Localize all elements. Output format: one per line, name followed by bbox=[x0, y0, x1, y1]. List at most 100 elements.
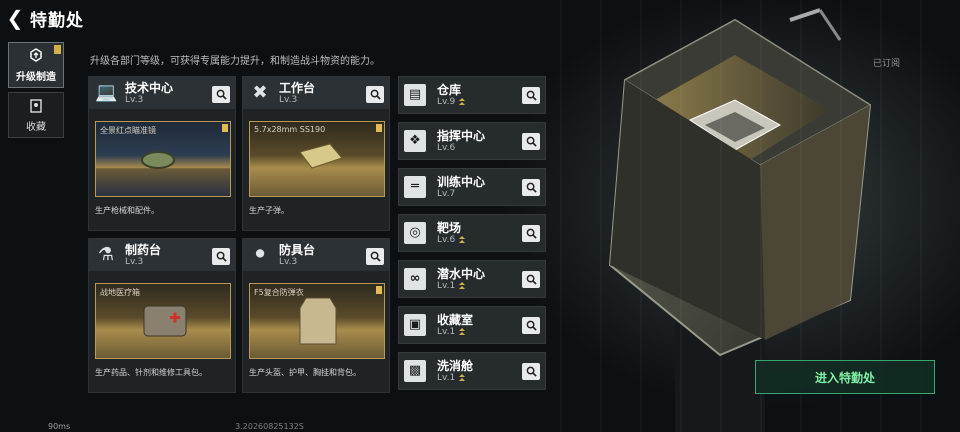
back-arrow-icon: ❮ bbox=[6, 6, 24, 30]
product-name: 全景红点瞄准镜 bbox=[100, 126, 156, 135]
microscope-icon: ⚗ bbox=[97, 244, 115, 265]
back-button[interactable]: ❮ bbox=[0, 0, 30, 36]
card-name: 收藏室 bbox=[437, 312, 474, 327]
goggles-icon: ∞ bbox=[404, 268, 426, 290]
subscribed-label: 已订阅 bbox=[872, 59, 900, 69]
page-subtitle: 升级各部门等级，可获得专属能力提升，和制造战斗物资的能力。 bbox=[90, 56, 380, 67]
upgrade-arrow-icon bbox=[459, 328, 466, 336]
nav-collection[interactable]: 收藏 bbox=[8, 92, 64, 138]
card-level: Lv.7 bbox=[437, 189, 485, 200]
search-button[interactable] bbox=[366, 86, 384, 103]
target-icon: ◎ bbox=[404, 222, 426, 244]
rarity-flag-icon bbox=[222, 124, 228, 132]
card-level: Lv.6 bbox=[437, 235, 466, 246]
search-icon bbox=[526, 320, 537, 331]
tools-icon: ✖ bbox=[252, 82, 268, 103]
display-case-icon: ▣ bbox=[404, 314, 426, 336]
search-button[interactable] bbox=[522, 133, 540, 150]
product-preview[interactable]: 全景红点瞄准镜 bbox=[95, 121, 231, 197]
search-icon bbox=[526, 274, 537, 285]
card-shooting-range[interactable]: ◎ 靶场 Lv.6 bbox=[398, 214, 546, 252]
nav-label: 升级制造 bbox=[16, 71, 56, 83]
search-button[interactable] bbox=[212, 86, 230, 103]
level-text: Lv.1 bbox=[437, 326, 456, 337]
card-level: Lv.1 bbox=[437, 281, 485, 292]
product-name: F5复合防弹衣 bbox=[254, 288, 304, 297]
card-armor-bench[interactable]: ⚫ 防具台 Lv.3 F5复合防弹衣 生产头盔、护甲、胸挂和背包。 bbox=[242, 238, 390, 393]
version-readout: 3.20260825132S bbox=[235, 421, 304, 431]
dumbbell-icon: ═ bbox=[404, 176, 426, 198]
upgrade-arrow-icon bbox=[459, 236, 466, 244]
card-pharmacy[interactable]: ⚗ 制药台 Lv.3 战地医疗箱 生产药品、针剂和维修工具包。 bbox=[88, 238, 236, 393]
card-level: Lv.9 bbox=[437, 97, 466, 108]
card-name: 技术中心 bbox=[125, 80, 174, 95]
card-description: 生产头盔、护甲、胸挂和背包。 bbox=[249, 368, 361, 377]
upgrade-arrow-icon bbox=[459, 282, 466, 290]
card-tech-center[interactable]: 💻 技术中心 Lv.3 全景红点瞄准镜 生产枪械和配件。 bbox=[88, 76, 236, 231]
rarity-flag-icon bbox=[376, 286, 382, 294]
new-flag-icon bbox=[54, 45, 61, 54]
search-icon bbox=[370, 89, 381, 100]
search-button[interactable] bbox=[522, 87, 540, 104]
card-header: ✖ 工作台 Lv.3 bbox=[243, 77, 389, 109]
card-diving-center[interactable]: ∞ 潜水中心 Lv.1 bbox=[398, 260, 546, 298]
enter-button[interactable]: 进入特勤处 bbox=[755, 360, 935, 394]
card-level: Lv.3 bbox=[125, 256, 144, 267]
product-preview[interactable]: F5复合防弹衣 bbox=[249, 283, 385, 359]
decon-icon: ▩ bbox=[404, 360, 426, 382]
upgrade-arrow-icon bbox=[459, 374, 466, 382]
card-name: 洗消舱 bbox=[437, 358, 474, 373]
card-header: ⚗ 制药台 Lv.3 bbox=[89, 239, 235, 271]
card-warehouse[interactable]: ▤ 仓库 Lv.9 bbox=[398, 76, 546, 114]
nav-label: 收藏 bbox=[26, 121, 46, 133]
search-icon bbox=[526, 366, 537, 377]
search-button[interactable] bbox=[366, 248, 384, 265]
search-icon bbox=[216, 251, 227, 262]
search-button[interactable] bbox=[522, 225, 540, 242]
product-preview[interactable]: 5.7x28mm SS190 bbox=[249, 121, 385, 197]
level-text: Lv.1 bbox=[437, 372, 456, 383]
card-name: 潜水中心 bbox=[437, 266, 486, 281]
card-level: Lv.6 bbox=[437, 143, 485, 154]
search-button[interactable] bbox=[522, 179, 540, 196]
card-description: 生产子弹。 bbox=[249, 206, 289, 215]
level-text: Lv.6 bbox=[437, 142, 456, 153]
search-button[interactable] bbox=[522, 363, 540, 380]
warehouse-icon: ▤ bbox=[404, 84, 426, 106]
card-training-center[interactable]: ═ 训练中心 Lv.7 bbox=[398, 168, 546, 206]
search-icon bbox=[370, 251, 381, 262]
product-preview[interactable]: 战地医疗箱 bbox=[95, 283, 231, 359]
card-level: Lv.1 bbox=[437, 327, 473, 338]
card-command-center[interactable]: ❖ 指挥中心 Lv.6 bbox=[398, 122, 546, 160]
search-button[interactable] bbox=[212, 248, 230, 265]
card-level: Lv.3 bbox=[279, 256, 298, 267]
ping-readout: 90ms bbox=[48, 421, 71, 431]
card-name: 制药台 bbox=[125, 242, 162, 257]
search-icon bbox=[216, 89, 227, 100]
card-description: 生产枪械和配件。 bbox=[95, 206, 159, 215]
card-name: 工作台 bbox=[279, 80, 316, 95]
card-name: 训练中心 bbox=[437, 174, 486, 189]
top-bar: ❮ 特勤处 bbox=[0, 0, 960, 36]
side-nav: 升级制造 收藏 bbox=[8, 42, 64, 142]
level-text: Lv.1 bbox=[437, 280, 456, 291]
card-name: 指挥中心 bbox=[437, 128, 486, 143]
card-level: Lv.3 bbox=[279, 94, 298, 105]
card-level: Lv.1 bbox=[437, 373, 473, 384]
card-decontamination[interactable]: ▩ 洗消舱 Lv.1 bbox=[398, 352, 546, 390]
card-workbench[interactable]: ✖ 工作台 Lv.3 5.7x28mm SS190 生产子弹。 bbox=[242, 76, 390, 231]
search-button[interactable] bbox=[522, 271, 540, 288]
nav-upgrade-craft[interactable]: 升级制造 bbox=[8, 42, 64, 88]
armor-parts-icon: ⚫ bbox=[252, 244, 268, 265]
card-header: ⚫ 防具台 Lv.3 bbox=[243, 239, 389, 271]
card-name: 防具台 bbox=[279, 242, 316, 257]
product-name: 5.7x28mm SS190 bbox=[254, 125, 326, 134]
rarity-flag-icon bbox=[376, 124, 382, 132]
search-button[interactable] bbox=[522, 317, 540, 334]
collection-icon bbox=[30, 98, 42, 113]
card-collection-room[interactable]: ▣ 收藏室 Lv.1 bbox=[398, 306, 546, 344]
upgrade-icon bbox=[30, 47, 42, 62]
card-header: 💻 技术中心 Lv.3 bbox=[89, 77, 235, 109]
computer-icon: 💻 bbox=[95, 82, 118, 103]
card-name: 仓库 bbox=[437, 82, 462, 97]
